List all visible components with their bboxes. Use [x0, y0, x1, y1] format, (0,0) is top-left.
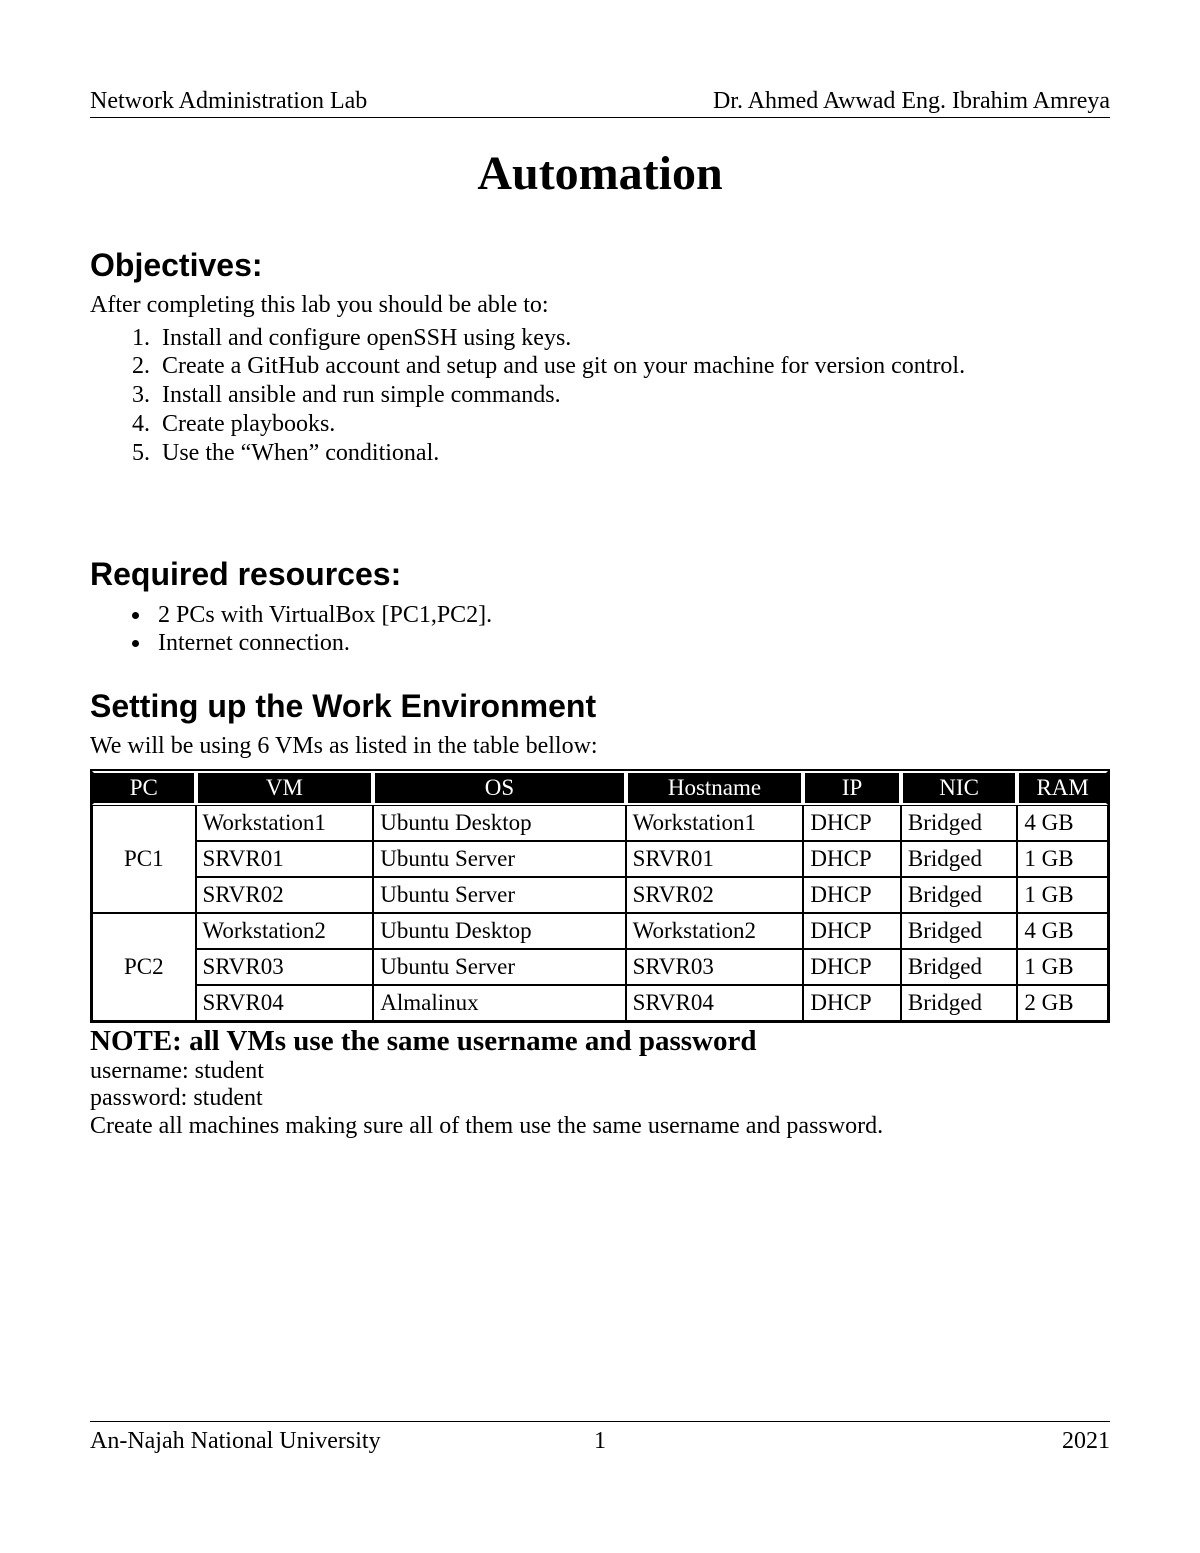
cell-nic: Bridged — [901, 877, 1017, 913]
cell-os: Ubuntu Server — [373, 841, 625, 877]
col-ip: IP — [803, 771, 901, 805]
course-name: Network Administration Lab — [90, 88, 367, 115]
cell-ip: DHCP — [803, 913, 901, 949]
note-username: username: student — [90, 1058, 1110, 1086]
page-footer: An-Najah National University 1 2021 — [90, 1421, 1110, 1455]
cell-os: Ubuntu Server — [373, 949, 625, 985]
cell-vm: SRVR03 — [196, 949, 374, 985]
cell-host: SRVR04 — [626, 985, 804, 1021]
cell-nic: Bridged — [901, 913, 1017, 949]
cell-os: Almalinux — [373, 985, 625, 1021]
cell-ram: 4 GB — [1017, 805, 1108, 841]
cell-ram: 1 GB — [1017, 877, 1108, 913]
note-heading: NOTE: all VMs use the same username and … — [90, 1025, 1110, 1058]
cell-ram: 2 GB — [1017, 985, 1108, 1021]
cell-host: Workstation2 — [626, 913, 804, 949]
cell-pc: PC1 — [92, 805, 196, 913]
col-pc: PC — [92, 771, 196, 805]
cell-vm: SRVR04 — [196, 985, 374, 1021]
table-row: PC2 Workstation2 Ubuntu Desktop Workstat… — [92, 913, 1108, 949]
cell-host: SRVR01 — [626, 841, 804, 877]
objectives-list: Install and configure openSSH using keys… — [90, 324, 1110, 468]
cell-ram: 1 GB — [1017, 841, 1108, 877]
objectives-heading: Objectives: — [90, 247, 1110, 284]
cell-nic: Bridged — [901, 805, 1017, 841]
col-hostname: Hostname — [626, 771, 804, 805]
list-item: Install and configure openSSH using keys… — [156, 324, 1110, 353]
table-row: SRVR04 Almalinux SRVR04 DHCP Bridged 2 G… — [92, 985, 1108, 1021]
list-item: 2 PCs with VirtualBox [PC1,PC2]. — [152, 601, 1110, 630]
cell-host: SRVR03 — [626, 949, 804, 985]
cell-os: Ubuntu Desktop — [373, 805, 625, 841]
document-page: Network Administration Lab Dr. Ahmed Aww… — [0, 0, 1200, 1553]
footer-page-number: 1 — [90, 1428, 1110, 1455]
list-item: Use the “When” conditional. — [156, 439, 1110, 468]
resources-heading: Required resources: — [90, 556, 1110, 593]
cell-ip: DHCP — [803, 805, 901, 841]
cell-vm: SRVR02 — [196, 877, 374, 913]
list-item: Create playbooks. — [156, 410, 1110, 439]
cell-nic: Bridged — [901, 949, 1017, 985]
cell-nic: Bridged — [901, 841, 1017, 877]
cell-os: Ubuntu Server — [373, 877, 625, 913]
cell-ip: DHCP — [803, 877, 901, 913]
cell-ip: DHCP — [803, 985, 901, 1021]
note-instruction: Create all machines making sure all of t… — [90, 1113, 1110, 1141]
table-row: SRVR03 Ubuntu Server SRVR03 DHCP Bridged… — [92, 949, 1108, 985]
objectives-intro: After completing this lab you should be … — [90, 292, 1110, 320]
cell-vm: Workstation1 — [196, 805, 374, 841]
resources-list: 2 PCs with VirtualBox [PC1,PC2]. Interne… — [90, 601, 1110, 659]
col-os: OS — [373, 771, 625, 805]
instructor-names: Dr. Ahmed Awwad Eng. Ibrahim Amreya — [713, 88, 1110, 115]
table-row: SRVR02 Ubuntu Server SRVR02 DHCP Bridged… — [92, 877, 1108, 913]
table-row: PC1 Workstation1 Ubuntu Desktop Workstat… — [92, 805, 1108, 841]
cell-ram: 4 GB — [1017, 913, 1108, 949]
cell-nic: Bridged — [901, 985, 1017, 1021]
setup-intro: We will be using 6 VMs as listed in the … — [90, 733, 1110, 761]
cell-pc: PC2 — [92, 913, 196, 1021]
cell-vm: Workstation2 — [196, 913, 374, 949]
col-nic: NIC — [901, 771, 1017, 805]
col-vm: VM — [196, 771, 374, 805]
table-header-row: PC VM OS Hostname IP NIC RAM — [92, 771, 1108, 805]
list-item: Install ansible and run simple commands. — [156, 381, 1110, 410]
list-item: Internet connection. — [152, 629, 1110, 658]
cell-host: SRVR02 — [626, 877, 804, 913]
cell-vm: SRVR01 — [196, 841, 374, 877]
cell-ram: 1 GB — [1017, 949, 1108, 985]
note-password: password: student — [90, 1085, 1110, 1113]
cell-host: Workstation1 — [626, 805, 804, 841]
cell-os: Ubuntu Desktop — [373, 913, 625, 949]
cell-ip: DHCP — [803, 841, 901, 877]
list-item: Create a GitHub account and setup and us… — [156, 352, 1110, 381]
col-ram: RAM — [1017, 771, 1108, 805]
page-header: Network Administration Lab Dr. Ahmed Aww… — [90, 88, 1110, 118]
table-row: SRVR01 Ubuntu Server SRVR01 DHCP Bridged… — [92, 841, 1108, 877]
setup-heading: Setting up the Work Environment — [90, 688, 1110, 725]
page-title: Automation — [90, 146, 1110, 201]
cell-ip: DHCP — [803, 949, 901, 985]
vm-table: PC VM OS Hostname IP NIC RAM PC1 Worksta… — [90, 769, 1110, 1023]
